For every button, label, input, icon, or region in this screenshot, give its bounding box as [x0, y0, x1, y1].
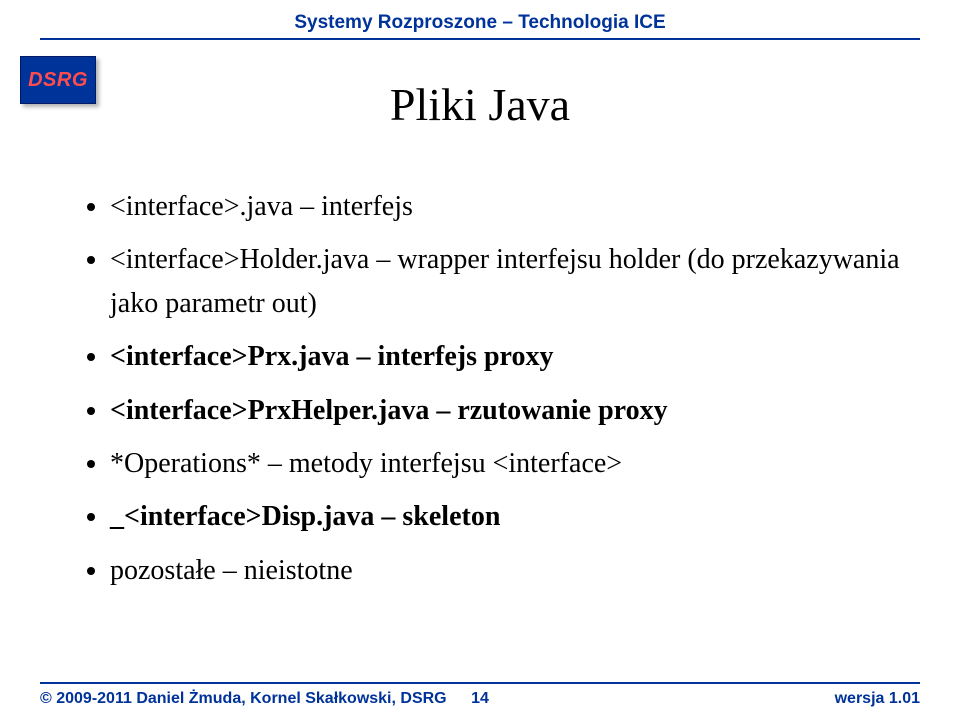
list-item: <interface>PrxHelper.java – rzutowanie p…: [110, 389, 900, 432]
item-rest: – nieistotne: [216, 555, 353, 586]
item-text: <interface>.java: [110, 191, 293, 222]
item-rest: – interfejs: [293, 191, 413, 222]
page-number: 14: [0, 690, 960, 708]
footer-divider: [40, 682, 920, 684]
item-text: _<interface>Disp.java – skeleton: [110, 501, 500, 532]
list-item: pozostałe – nieistotne: [110, 549, 900, 592]
list-item: _<interface>Disp.java – skeleton: [110, 495, 900, 538]
slide-title: Pliki Java: [0, 78, 960, 131]
item-text: <interface>Holder.java: [110, 244, 369, 275]
list-item: <interface>Prx.java – interfejs proxy: [110, 335, 900, 378]
list-item: *Operations* – metody interfejsu <interf…: [110, 442, 900, 485]
header-title: Systemy Rozproszone – Technologia ICE: [0, 0, 960, 34]
item-text: *Operations*: [110, 448, 261, 479]
list-item: <interface>.java – interfejs: [110, 185, 900, 228]
badge-logo: DSRG: [20, 56, 96, 104]
content-area: <interface>.java – interfejs <interface>…: [80, 185, 900, 592]
item-text: pozostałe: [110, 555, 216, 586]
bullet-list: <interface>.java – interfejs <interface>…: [80, 185, 900, 592]
footer: 14 © 2009-2011 Daniel Żmuda, Kornel Skał…: [0, 682, 960, 708]
header-divider: [40, 38, 920, 40]
list-item: <interface>Holder.java – wrapper interfe…: [110, 238, 900, 325]
item-text: <interface>Prx.java – interfejs proxy: [110, 341, 553, 372]
item-text: <interface>PrxHelper.java – rzutowanie p…: [110, 395, 668, 426]
item-rest: – metody interfejsu <interface>: [261, 448, 622, 479]
